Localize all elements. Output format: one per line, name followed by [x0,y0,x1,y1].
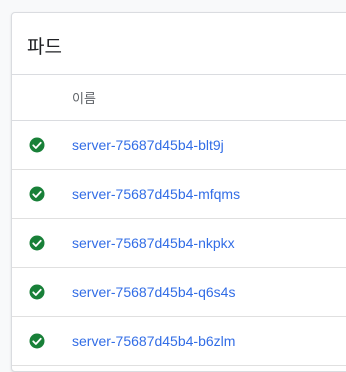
check-circle-icon [29,137,45,153]
pod-name-link[interactable]: server-75687d45b4-blt9j [72,137,224,153]
check-circle-icon [29,333,45,349]
check-circle-icon [29,235,45,251]
column-header-name[interactable]: 이름 [12,75,346,121]
check-circle-icon [29,284,45,300]
table-row: server-75687d45b4-mfqms [12,170,346,219]
status-cell [12,136,72,154]
pod-name-link[interactable]: server-75687d45b4-q6s4s [72,284,235,300]
pod-name-link[interactable]: server-75687d45b4-mfqms [72,186,240,202]
pods-card: 파드 이름 server-75687d45b4-blt9j server-756… [11,12,346,372]
table-row: server-75687d45b4-nkpkx [12,219,346,268]
status-cell [12,234,72,252]
table-row: server-75687d45b4-b6zlm [12,317,346,366]
table-row: server-75687d45b4-blt9j [12,121,346,170]
column-header-label: 이름 [72,91,96,106]
pod-name-link[interactable]: server-75687d45b4-b6zlm [72,333,235,349]
check-circle-icon [29,186,45,202]
card-title: 파드 [27,36,62,58]
table-row: server-75687d45b4-q6s4s [12,268,346,317]
pod-name-link[interactable]: server-75687d45b4-nkpkx [72,235,235,251]
card-header: 파드 [12,13,346,75]
status-cell [12,283,72,301]
status-cell [12,185,72,203]
status-cell [12,332,72,350]
